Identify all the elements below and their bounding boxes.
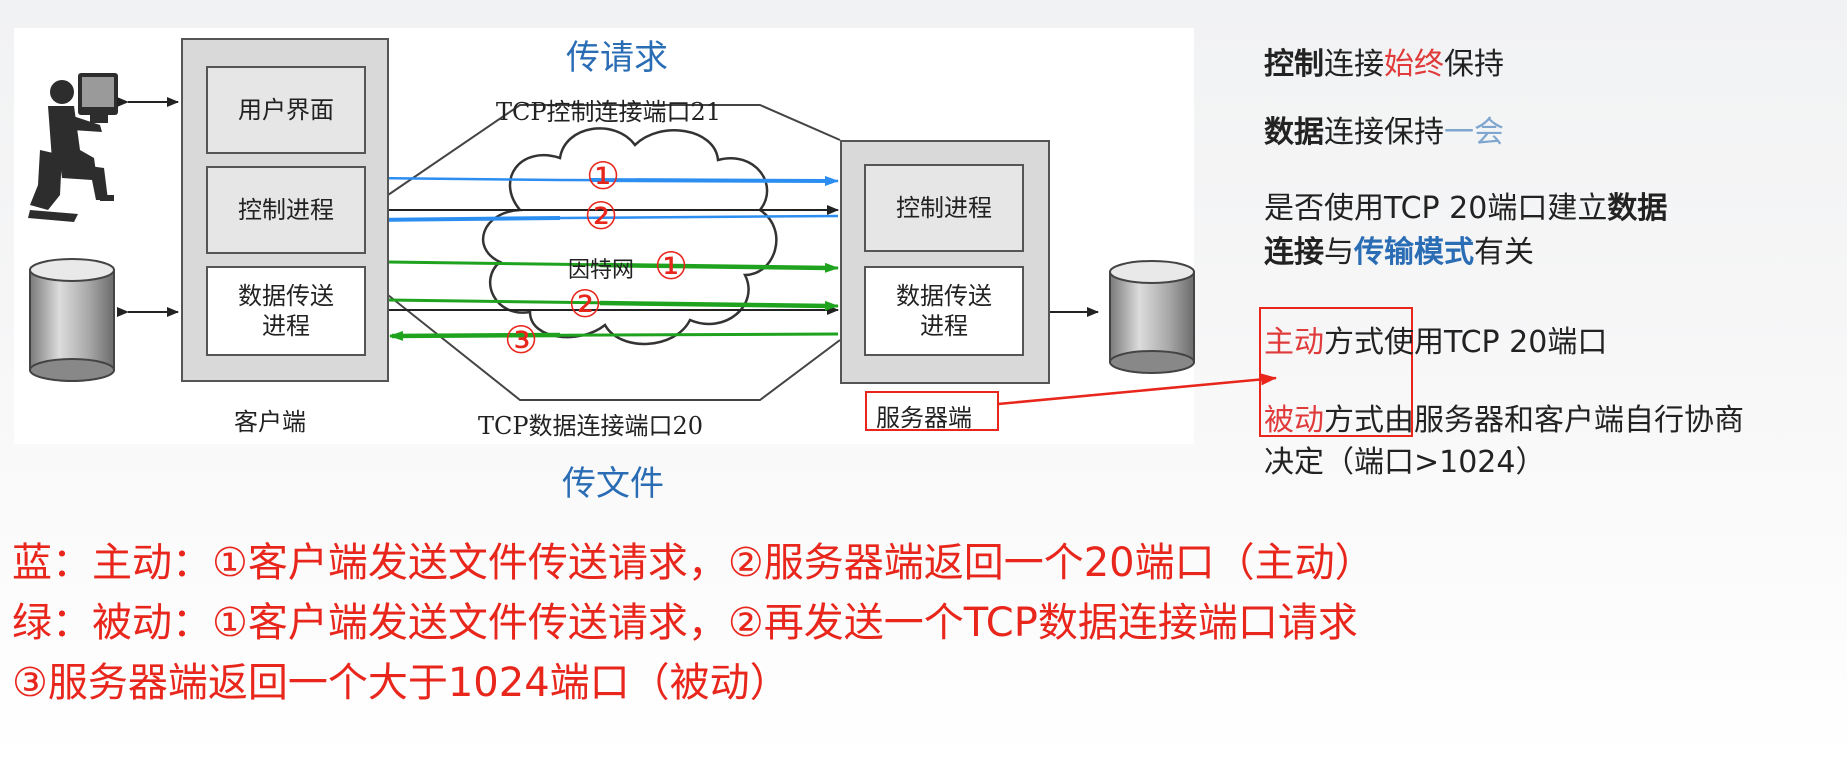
- data-port-label: TCP数据连接端口20: [478, 412, 704, 440]
- step-marker-green-2: ②: [568, 282, 603, 326]
- explain-blue-active: 蓝：主动：①客户端发送文件传送请求，②服务器端返回一个20端口（主动）: [12, 540, 1375, 586]
- server-data-process: 数据传送 进程: [864, 266, 1024, 356]
- server-database-icon: [1109, 260, 1195, 374]
- note-port20-question: 是否使用TCP 20端口建立数据: [1264, 191, 1668, 226]
- server-label: 服务器端: [876, 404, 972, 432]
- step-marker-blue-1: ①: [586, 154, 621, 198]
- explain-green-passive: 绿：被动：①客户端发送文件传送请求，②再发送一个TCP数据连接端口请求: [12, 600, 1358, 646]
- note-passive-mode: 被动方式由服务器和客户端自行协商: [1264, 403, 1744, 438]
- step-marker-green-3: ③: [504, 318, 539, 362]
- client-database-icon: [29, 258, 115, 382]
- client-ui-box: 用户界面: [206, 66, 366, 154]
- user-at-computer-icon: [28, 73, 118, 222]
- server-control-process: 控制进程: [864, 164, 1024, 252]
- top-title: 传请求: [566, 38, 668, 78]
- step-marker-blue-2: ②: [584, 194, 619, 238]
- bottom-title: 传文件: [562, 464, 664, 504]
- note-control-connection: 控制连接始终保持: [1264, 47, 1504, 82]
- client-control-process: 控制进程: [206, 166, 366, 254]
- explain-green-step3: ③服务器端返回一个大于1024端口（被动）: [12, 660, 790, 706]
- internet-cloud: [481, 127, 778, 346]
- client-data-process: 数据传送 进程: [206, 266, 366, 356]
- control-port-label: TCP控制连接端口21: [496, 98, 722, 126]
- step-marker-green-1: ①: [654, 244, 689, 288]
- internet-label: 因特网: [568, 258, 635, 283]
- note-mode-relation: 连接与传输模式有关: [1264, 235, 1534, 270]
- client-label: 客户端: [234, 408, 306, 436]
- note-passive-port: 决定（端口>1024）: [1264, 445, 1546, 480]
- note-active-mode: 主动方式使用TCP 20端口: [1264, 325, 1608, 360]
- note-data-connection: 数据连接保持一会: [1264, 115, 1504, 150]
